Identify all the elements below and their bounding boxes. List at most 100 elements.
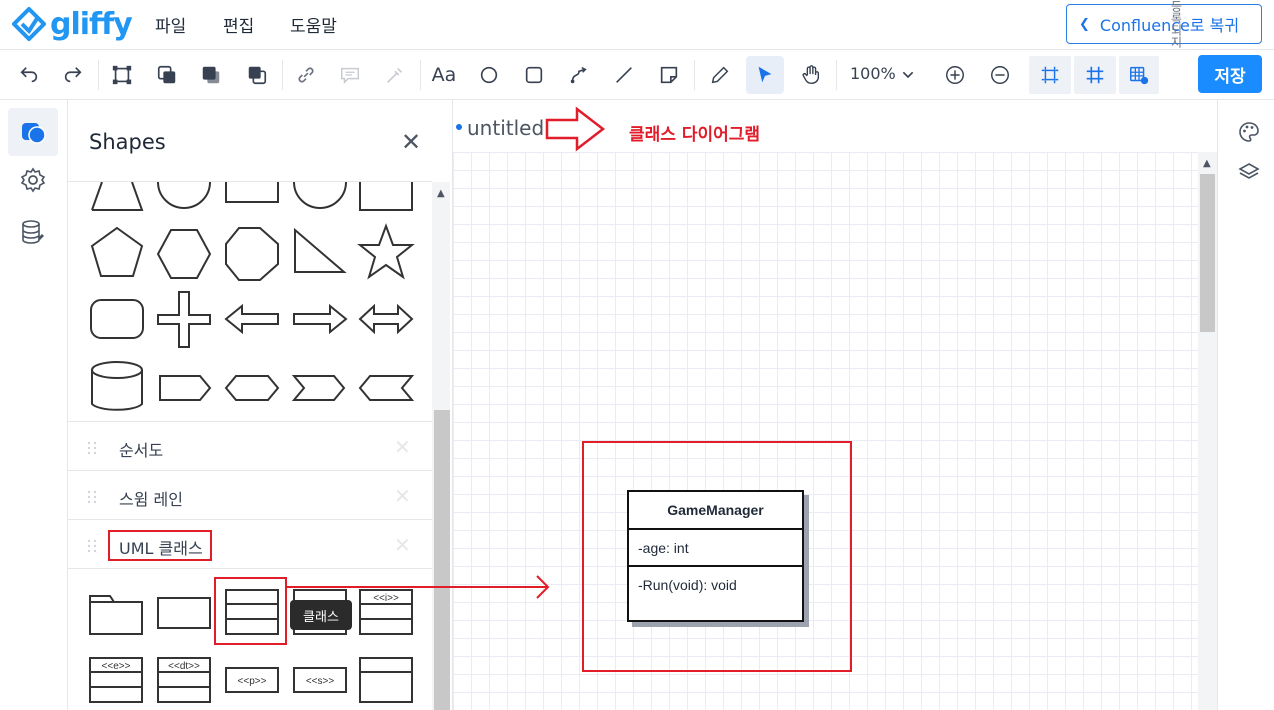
zoom-in-button[interactable]	[936, 56, 974, 94]
gliffy-logo[interactable]: gliffy	[12, 4, 133, 44]
section-label: 스윔 레인	[119, 490, 183, 509]
return-to-confluence-button[interactable]: ❮ Confluence로 복귀	[1066, 4, 1262, 44]
eyedropper-button[interactable]	[376, 56, 414, 94]
gliffy-logo-icon	[12, 7, 46, 41]
remove-section-icon[interactable]: ✕	[394, 484, 411, 508]
chevron-left-icon: ❮	[1079, 16, 1090, 32]
remove-section-icon[interactable]: ✕	[394, 533, 411, 557]
highlight-class-shape	[214, 577, 287, 645]
gear-icon	[20, 167, 46, 193]
hand-icon	[802, 65, 820, 84]
snap-grid-icon	[1041, 66, 1059, 84]
rectangle-tool-button[interactable]	[515, 56, 553, 94]
toolbar: Aa 100% 저장	[0, 50, 1274, 100]
zoom-level[interactable]: 100%	[850, 64, 896, 83]
comment-icon	[341, 67, 359, 85]
connector-tool-button[interactable]	[560, 56, 598, 94]
bring-forward-icon	[157, 65, 176, 84]
menu-help[interactable]: 도움말	[290, 12, 337, 37]
connector-icon	[570, 67, 587, 84]
arrange-button[interactable]	[238, 56, 276, 94]
annotation-arrow-icon	[545, 106, 606, 152]
zoom-out-icon	[991, 66, 1009, 84]
highlight-canvas-class	[582, 441, 852, 672]
annotation-label: 클래스 다이어그램	[629, 125, 761, 145]
basic-shapes-grid[interactable]	[84, 182, 424, 420]
drag-handle-icon[interactable]	[86, 441, 100, 455]
undo-button[interactable]	[10, 56, 48, 94]
line-icon	[616, 67, 632, 83]
send-backward-button[interactable]	[192, 56, 230, 94]
canvas-scroll-thumb[interactable]	[1200, 174, 1215, 332]
pencil-tool-button[interactable]	[701, 56, 739, 94]
link-button[interactable]	[287, 56, 325, 94]
page-settings-button[interactable]	[1119, 56, 1159, 94]
panel-title: Shapes	[89, 130, 166, 154]
ellipse-icon	[480, 66, 498, 84]
page-grid-settings-icon	[1130, 66, 1149, 85]
send-backward-icon	[202, 66, 220, 84]
scroll-up-icon[interactable]: ▲	[1203, 158, 1211, 169]
eyedropper-icon	[387, 67, 403, 83]
pan-tool-button[interactable]	[792, 56, 830, 94]
remove-section-icon[interactable]: ✕	[394, 435, 411, 459]
comment-button[interactable]	[331, 56, 369, 94]
save-button[interactable]: 저장	[1198, 55, 1262, 93]
group-button[interactable]	[103, 56, 141, 94]
canvas-scrollbar[interactable]: ▲	[1198, 152, 1217, 710]
group-icon	[112, 65, 132, 85]
section-swimlane[interactable]: 스윔 레인 ✕	[68, 472, 432, 520]
bring-forward-button[interactable]	[148, 56, 186, 94]
link-icon	[298, 67, 314, 83]
section-flowchart[interactable]: 순서도 ✕	[68, 423, 432, 471]
redo-button[interactable]	[54, 56, 92, 94]
zoom-out-button[interactable]	[981, 56, 1019, 94]
stereotype-datatype: <<dt>>	[168, 661, 200, 672]
shapes-rail-button[interactable]	[8, 108, 58, 156]
layers-icon[interactable]	[1237, 160, 1261, 184]
top-bar: gliffy 파일 편집 도움말 ❮ Confluence로 복귀 등록되지 않…	[0, 0, 1274, 92]
pointer-icon	[758, 66, 772, 83]
ellipse-tool-button[interactable]	[470, 56, 508, 94]
text-tool-button[interactable]: Aa	[425, 56, 463, 94]
settings-rail-button[interactable]	[8, 156, 58, 204]
stereotype-primitive: <<p>>	[238, 676, 267, 687]
arrange-icon	[248, 66, 267, 85]
drag-handle-icon[interactable]	[86, 539, 100, 553]
chevron-down-icon	[902, 71, 914, 79]
panel-scroll-thumb[interactable]	[434, 410, 450, 710]
shapes-icon	[22, 123, 46, 144]
zoom-in-icon	[946, 66, 964, 84]
select-tool-button[interactable]	[746, 56, 784, 94]
rectangle-icon	[525, 66, 543, 84]
show-grid-button[interactable]	[1074, 56, 1116, 94]
close-icon[interactable]: ✕	[401, 128, 421, 156]
grid-icon	[1086, 66, 1104, 84]
shape-tooltip: 클래스	[290, 600, 352, 630]
drag-handle-icon[interactable]	[86, 490, 100, 504]
sticky-note-icon	[660, 66, 678, 84]
stereotype-enum: <<e>>	[102, 661, 131, 672]
sticky-note-tool-button[interactable]	[650, 56, 688, 94]
highlight-uml-section	[108, 530, 212, 561]
undo-icon	[20, 67, 38, 83]
annotation-arrow-icon	[286, 575, 550, 599]
document-title[interactable]: untitled	[467, 116, 544, 140]
redo-icon	[64, 67, 82, 83]
left-rail	[0, 100, 68, 710]
data-rail-button[interactable]	[8, 208, 58, 256]
palette-icon[interactable]	[1237, 120, 1261, 144]
pencil-icon	[711, 66, 729, 84]
unsaved-dot	[456, 124, 462, 130]
menu-edit[interactable]: 편집	[223, 12, 254, 37]
section-label: 순서도	[119, 441, 164, 460]
line-tool-button[interactable]	[605, 56, 643, 94]
logo-text: gliffy	[50, 6, 133, 42]
snap-to-grid-button[interactable]	[1029, 56, 1071, 94]
menu-file[interactable]: 파일	[155, 12, 186, 37]
scroll-up-icon[interactable]: ▲	[437, 188, 445, 199]
panel-scrollbar[interactable]: ▲	[432, 182, 450, 710]
database-icon	[22, 220, 44, 244]
zoom-dropdown-button[interactable]	[893, 56, 923, 94]
right-rail	[1217, 100, 1274, 710]
